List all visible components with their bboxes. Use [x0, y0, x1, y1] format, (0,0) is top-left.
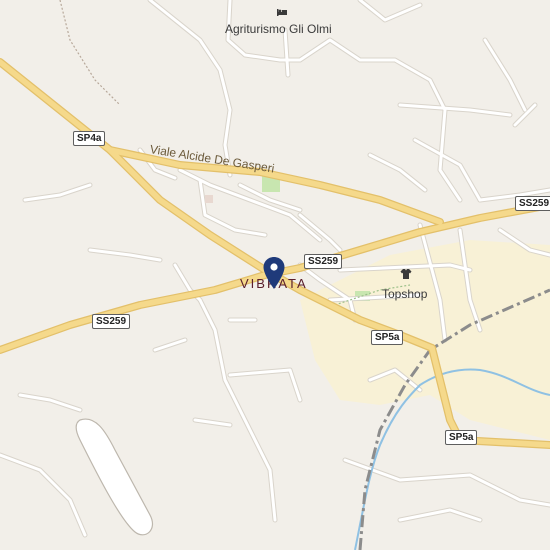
shirt-icon[interactable]	[400, 267, 412, 285]
road-shield-sp4a: SP4a	[73, 131, 106, 146]
bed-icon[interactable]	[276, 5, 288, 23]
building	[205, 195, 213, 203]
footpath	[59, 0, 121, 106]
airstrip-outline	[75, 418, 154, 536]
road-shield-ss259-center: SS259	[304, 254, 343, 269]
road-shield-sp5a-center: SP5a	[371, 330, 404, 345]
location-pin-icon[interactable]	[262, 256, 286, 295]
road-shield-ss259-east: SS259	[515, 196, 550, 211]
poi-label-topshop[interactable]: Topshop	[382, 287, 427, 301]
road-shield-ss259-west: SS259	[92, 314, 131, 329]
poi-label-agriturismo[interactable]: Agriturismo Gli Olmi	[225, 22, 332, 36]
road-shield-sp5a-south: SP5a	[445, 430, 478, 445]
map-canvas[interactable]: SP4a SS259 SS259 SS259 SP5a SP5a Viale A…	[0, 0, 550, 550]
